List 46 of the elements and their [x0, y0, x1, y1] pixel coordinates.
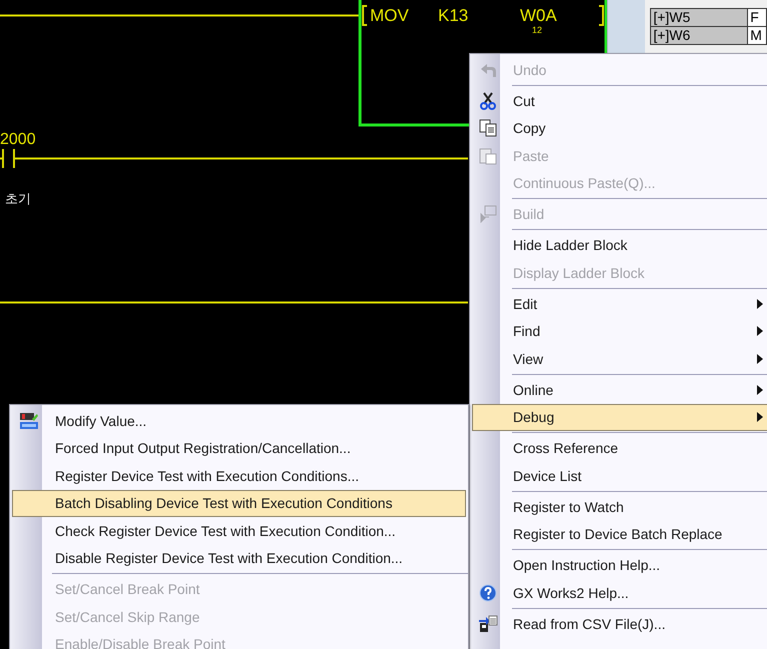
- menu-item[interactable]: Batch Disabling Device Test with Execution Conditions: [12, 490, 466, 517]
- device-comment: 초기: [5, 191, 31, 209]
- help-icon: [479, 584, 497, 602]
- menu-item[interactable]: GX Works2 Help...: [472, 579, 767, 606]
- menu-item[interactable]: Device List: [472, 462, 767, 490]
- undo-icon: [479, 62, 497, 78]
- menu-item[interactable]: Cut: [472, 87, 767, 114]
- contact-drawing: [0, 149, 15, 168]
- submenu-arrow-icon: [757, 326, 763, 336]
- instruction-operand: W0A: [520, 6, 557, 26]
- menu-item[interactable]: Forced Input Output Registration/Cancellation...: [12, 434, 466, 462]
- import-icon: [478, 614, 498, 633]
- device-icon: [19, 412, 39, 430]
- operand-note: 12: [532, 25, 542, 35]
- menu-item[interactable]: Register Device Test with Execution Conditions...: [12, 462, 466, 490]
- clipboard-icon: [479, 146, 497, 165]
- menu-item[interactable]: Cross Reference: [472, 434, 767, 462]
- menu-item[interactable]: View: [472, 345, 767, 372]
- instruction-operand: K13: [438, 6, 468, 26]
- table-cell: [+]W5: [650, 8, 748, 26]
- submenu-arrow-icon: [757, 354, 763, 364]
- submenu-arrow-icon: [757, 384, 763, 395]
- submenu-arrow-icon: [757, 412, 763, 422]
- menu-item[interactable]: Online: [472, 376, 767, 404]
- build-icon: [479, 205, 497, 224]
- menu-item[interactable]: Copy: [472, 114, 767, 142]
- bracket-icon: [599, 5, 604, 26]
- menu-item[interactable]: Edit: [472, 290, 767, 318]
- table-cell: [+]W6: [650, 26, 748, 44]
- menu-item[interactable]: Register to Watch: [472, 493, 767, 520]
- menu-item[interactable]: Check Register Device Test with Execution Condition...: [12, 517, 466, 544]
- instruction-name: MOV: [370, 6, 409, 26]
- bracket-icon: [362, 5, 367, 26]
- contact-label: 2000: [0, 130, 36, 150]
- table-cell: F: [748, 8, 766, 26]
- menu-item[interactable]: Find: [472, 318, 767, 345]
- menu-item[interactable]: Hide Ladder Block: [472, 232, 767, 259]
- copy-icon: [479, 119, 497, 138]
- menu-item[interactable]: Read from CSV File(J)...: [472, 610, 767, 638]
- menu-item[interactable]: Disable Register Device Test with Execution Condition...: [12, 544, 466, 572]
- menu-item[interactable]: Register to Device Batch Replace: [472, 520, 767, 548]
- submenu-arrow-icon: [757, 298, 763, 309]
- menu-item[interactable]: Debug: [472, 404, 767, 431]
- menu-item[interactable]: Open Instruction Help...: [472, 552, 767, 579]
- menu-item[interactable]: Modify Value...: [12, 407, 466, 434]
- scissors-icon: [479, 92, 497, 110]
